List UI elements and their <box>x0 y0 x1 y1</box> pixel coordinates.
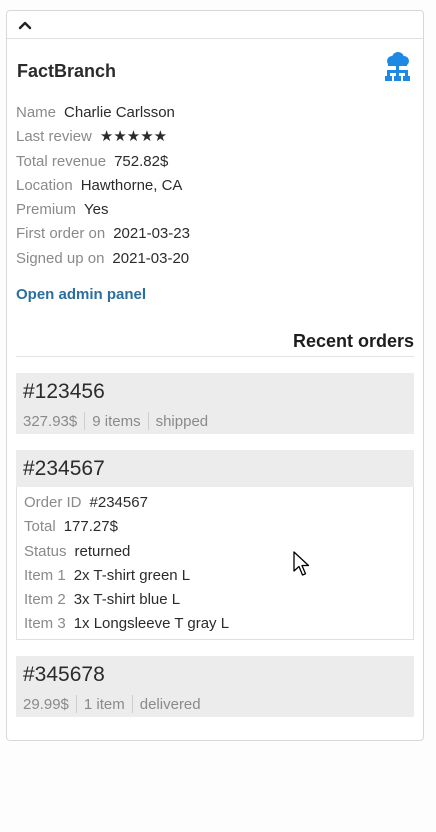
divider <box>75 695 77 713</box>
detail-label: Status <box>24 542 67 560</box>
factbranch-logo-icon <box>382 52 412 83</box>
order-total: 327.93$ <box>23 412 78 430</box>
detail-row-first-order: First order on 2021-03-23 <box>16 222 414 246</box>
detail-label: Name <box>16 104 57 121</box>
rating-stars: ★★★★★ <box>99 128 168 146</box>
detail-value: 177.27$ <box>63 518 118 536</box>
card-header: FactBranch <box>7 39 423 83</box>
detail-value: #234567 <box>89 494 148 511</box>
detail-label: Signed up on <box>16 249 105 267</box>
detail-value: 1x Longsleeve T gray L <box>73 615 230 633</box>
order-detail-row: Item 2 3x T-shirt blue L <box>24 588 413 612</box>
detail-row-signed-up: Signed up on 2021-03-20 <box>16 247 414 271</box>
detail-row-name: Name Charlie Carlsson <box>16 101 414 125</box>
customer-details: Name Charlie Carlsson Last review ★★★★★ To… <box>16 101 414 271</box>
detail-value: 2021-03-23 <box>113 225 190 243</box>
mouse-pointer-icon <box>293 551 310 576</box>
detail-row-premium: Premium Yes <box>16 198 414 222</box>
detail-row-total-revenue: Total revenue 752.82$ <box>16 150 414 174</box>
order-summary: 29.99$ 1 item delivered <box>16 693 414 715</box>
order-total: 29.99$ <box>23 695 69 713</box>
detail-row-last-review: Last review ★★★★★ <box>16 125 414 149</box>
order-items-count: 1 item <box>83 695 125 713</box>
order-details: Order ID #234567 Total 177.27$ Status retur… <box>16 487 414 640</box>
divider <box>84 412 86 430</box>
detail-value: Yes <box>84 201 109 219</box>
detail-label: Total revenue <box>16 152 107 170</box>
order-card-234567-expanded: #234567 Order ID #234567 Total 177.27$ Sta… <box>16 450 414 640</box>
order-status: shipped <box>155 412 209 430</box>
detail-label: Item 1 <box>24 566 66 584</box>
detail-label: Order ID <box>24 494 82 511</box>
detail-value: 2021-03-20 <box>112 249 190 267</box>
divider <box>16 356 414 357</box>
order-detail-row: Order ID #234567 <box>24 491 413 515</box>
detail-label: Item 3 <box>24 615 66 633</box>
detail-value: Hawthorne, CA <box>80 176 183 194</box>
divider <box>147 412 149 430</box>
order-detail-row: Item 3 1x Longsleeve T gray L <box>24 612 413 636</box>
detail-value: 3x T-shirt blue L <box>73 591 181 609</box>
detail-row-location: Location Hawthorne, CA <box>16 174 414 198</box>
customer-card: FactBranch Name Charlie Carlsson Last rev… <box>6 10 424 741</box>
recent-orders-heading: Recent orders <box>292 331 414 351</box>
chevron-up-icon[interactable] <box>17 17 33 33</box>
order-status: delivered <box>139 695 201 713</box>
detail-label: First order on <box>16 225 106 243</box>
app-title: FactBranch <box>17 61 117 81</box>
detail-value: returned <box>74 542 131 560</box>
order-card-345678[interactable]: #345678 29.99$ 1 item delivered <box>16 656 414 717</box>
detail-value: 752.82$ <box>114 152 169 170</box>
detail-label: Total <box>24 518 56 536</box>
open-admin-panel-link[interactable]: Open admin panel <box>16 286 146 303</box>
order-summary: 327.93$ 9 items shipped <box>16 410 414 432</box>
order-id: #345678 <box>23 663 105 686</box>
detail-label: Premium <box>16 201 77 219</box>
order-id: #234567 <box>23 457 105 480</box>
detail-label: Location <box>16 176 73 194</box>
order-detail-row: Item 1 2x T-shirt green L <box>24 564 413 588</box>
order-detail-row: Status returned <box>24 540 413 564</box>
order-items-count: 9 items <box>92 412 141 430</box>
detail-value: Charlie Carlsson <box>64 104 175 121</box>
order-header[interactable]: #234567 <box>16 450 414 487</box>
order-id: #123456 <box>23 380 105 403</box>
divider <box>131 695 133 713</box>
card-toolbar <box>7 11 423 39</box>
order-detail-row: Total 177.27$ <box>24 515 413 539</box>
detail-value: 2x T-shirt green L <box>73 566 191 584</box>
detail-label: Item 2 <box>24 591 66 609</box>
order-card-123456[interactable]: #123456 327.93$ 9 items shipped <box>16 373 414 434</box>
detail-label: Last review <box>16 128 92 146</box>
